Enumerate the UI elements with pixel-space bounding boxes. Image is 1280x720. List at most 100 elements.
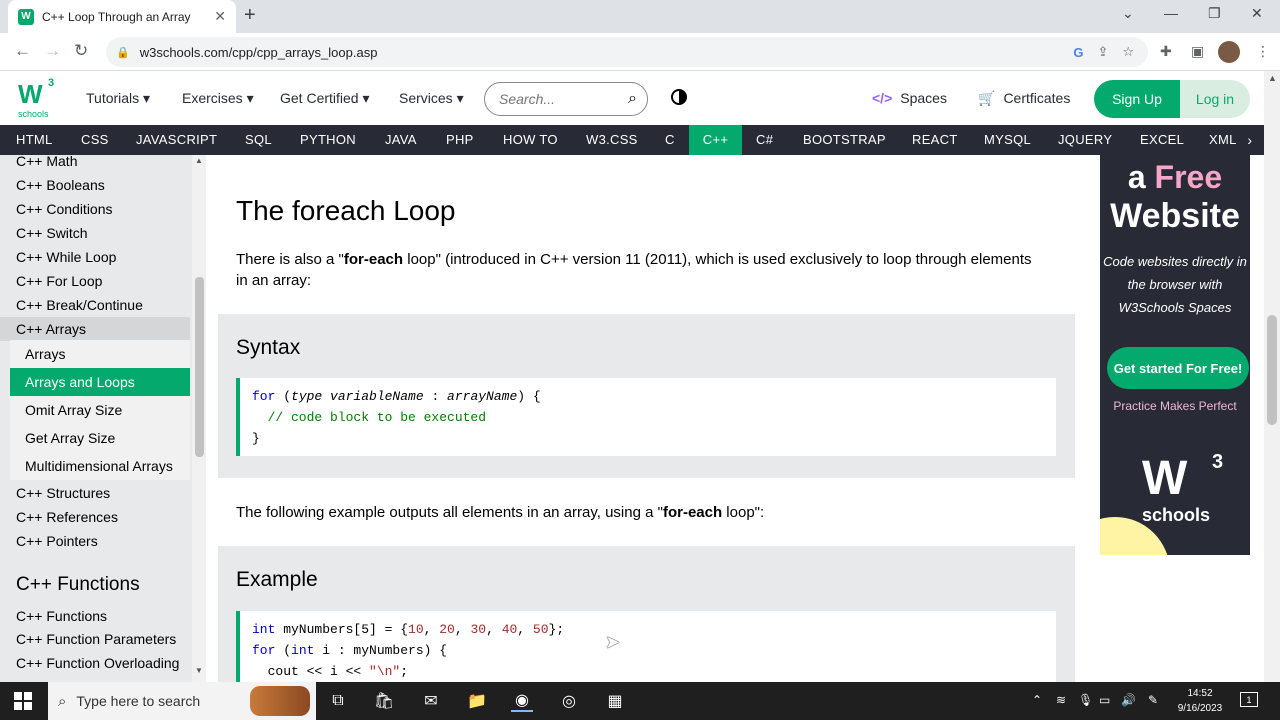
nav-java[interactable]: JAVA bbox=[385, 125, 417, 155]
extensions-puzzle-icon[interactable]: ✚ bbox=[1160, 43, 1172, 60]
browser-tab[interactable]: W C++ Loop Through an Array ✕ bbox=[8, 0, 236, 33]
scroll-up-icon[interactable]: ▲ bbox=[195, 156, 203, 165]
sidebar-item-function-overloading[interactable]: C++ Function Overloading bbox=[16, 655, 179, 671]
window-close-icon[interactable]: ✕ bbox=[1251, 5, 1263, 22]
sidebar-sub-arrays-and-loops[interactable]: Arrays and Loops bbox=[10, 368, 190, 396]
dark-mode-toggle-icon[interactable] bbox=[671, 89, 687, 105]
sidebar-item-for-loop[interactable]: C++ For Loop bbox=[16, 273, 102, 289]
scroll-down-icon[interactable]: ▼ bbox=[195, 666, 203, 675]
sidebar-item-arrays[interactable]: C++ Arrays bbox=[16, 321, 86, 337]
nav-javascript[interactable]: JAVASCRIPT bbox=[136, 125, 217, 155]
w3schools-logo[interactable]: W 3 schools bbox=[18, 77, 54, 119]
side-panel-icon[interactable]: ▣ bbox=[1191, 43, 1204, 60]
obs-icon[interactable]: ◎ bbox=[558, 690, 580, 712]
sidebar-item-conditions[interactable]: C++ Conditions bbox=[16, 201, 113, 217]
new-tab-icon[interactable]: + bbox=[244, 4, 256, 27]
sidebar-item-math[interactable]: C++ Math bbox=[16, 155, 77, 169]
nav-mysql[interactable]: MYSQL bbox=[984, 125, 1031, 155]
nav-sql[interactable]: SQL bbox=[245, 125, 272, 155]
battery-icon[interactable]: ▭ bbox=[1099, 693, 1110, 707]
sidebar-item-functions[interactable]: C++ Functions bbox=[16, 608, 107, 624]
sidebar-sub-multidimensional[interactable]: Multidimensional Arrays bbox=[10, 452, 190, 480]
sidebar-item-break-continue[interactable]: C++ Break/Continue bbox=[16, 297, 143, 313]
microphone-icon[interactable]: 🎙 bbox=[1078, 693, 1093, 707]
ad-description: Code websites directly in the browser wi… bbox=[1103, 254, 1247, 315]
nav-css[interactable]: CSS bbox=[81, 125, 109, 155]
windows-start-icon[interactable] bbox=[14, 692, 32, 710]
pen-icon[interactable]: ✎ bbox=[1148, 693, 1158, 707]
page-scroll-up-icon[interactable]: ▲ bbox=[1268, 73, 1277, 83]
sidebar-item-booleans[interactable]: C++ Booleans bbox=[16, 177, 105, 193]
close-tab-icon[interactable]: ✕ bbox=[214, 8, 226, 25]
sidebar-item-structures[interactable]: C++ Structures bbox=[16, 485, 110, 501]
ad-tagline: Practice Makes Perfect bbox=[1113, 399, 1237, 413]
minimize-icon[interactable]: — bbox=[1164, 5, 1178, 21]
nav-csharp[interactable]: C# bbox=[756, 125, 773, 155]
nav-cpp[interactable]: C++ bbox=[689, 125, 742, 155]
page-scroll-thumb[interactable] bbox=[1267, 315, 1277, 425]
page-scrollbar[interactable]: ▲ bbox=[1264, 71, 1280, 682]
sidebar-scroll-thumb[interactable] bbox=[195, 277, 204, 457]
browser-menu-icon[interactable]: ⋮ bbox=[1256, 43, 1270, 60]
menu-tutorials[interactable]: Tutorials ▾ bbox=[86, 90, 150, 107]
nav-xml[interactable]: XML bbox=[1209, 125, 1237, 155]
log-in-button[interactable]: Log in bbox=[1180, 80, 1250, 118]
cart-icon: 🛒 bbox=[978, 90, 996, 106]
store-icon[interactable]: 🛍 bbox=[373, 690, 395, 712]
mail-icon[interactable]: ✉ bbox=[420, 690, 442, 712]
nav-bootstrap[interactable]: BOOTSTRAP bbox=[803, 125, 886, 155]
nav-w3css[interactable]: W3.CSS bbox=[586, 125, 638, 155]
sidebar-item-pointers[interactable]: C++ Pointers bbox=[16, 533, 98, 549]
app-icon[interactable]: ▦ bbox=[604, 690, 626, 712]
nav-react[interactable]: REACT bbox=[912, 125, 958, 155]
menu-services[interactable]: Services ▾ bbox=[399, 90, 464, 107]
nav-excel[interactable]: EXCEL bbox=[1140, 125, 1184, 155]
maximize-icon[interactable]: ❐ bbox=[1208, 5, 1221, 22]
network-icon[interactable]: ≋ bbox=[1056, 693, 1066, 707]
search-icon[interactable]: ⌕ bbox=[628, 90, 637, 108]
sidebar-item-references[interactable]: C++ References bbox=[16, 509, 118, 525]
nav-php[interactable]: PHP bbox=[446, 125, 474, 155]
show-hidden-icons-icon[interactable]: ⌃ bbox=[1032, 693, 1042, 707]
nav-jquery[interactable]: JQUERY bbox=[1058, 125, 1112, 155]
back-arrow-icon[interactable]: ← bbox=[14, 41, 31, 61]
sign-up-button[interactable]: Sign Up bbox=[1094, 80, 1180, 118]
nav-html[interactable]: HTML bbox=[16, 125, 53, 155]
syntax-heading: Syntax bbox=[236, 336, 301, 359]
nav-c[interactable]: C bbox=[665, 125, 675, 155]
address-bar[interactable]: 🔒 w3schools.com/cpp/cpp_arrays_loop.asp … bbox=[106, 37, 1148, 67]
google-icon[interactable]: G bbox=[1073, 45, 1083, 60]
bookmark-star-icon[interactable]: ☆ bbox=[1122, 44, 1134, 60]
search-input[interactable] bbox=[499, 91, 609, 107]
menu-exercises[interactable]: Exercises ▾ bbox=[182, 90, 254, 107]
spaces-ad[interactable]: a Free Website Code websites directly in… bbox=[1100, 155, 1250, 555]
volume-icon[interactable]: 🔊 bbox=[1121, 693, 1136, 707]
menu-get-certified[interactable]: Get Certified ▾ bbox=[280, 90, 370, 107]
taskbar-search[interactable]: ⌕ Type here to search bbox=[48, 682, 316, 720]
certificates-link[interactable]: 🛒 Certficates bbox=[978, 90, 1070, 107]
url-text: w3schools.com/cpp/cpp_arrays_loop.asp bbox=[139, 44, 378, 60]
profile-avatar[interactable] bbox=[1218, 41, 1240, 63]
nav-scroll-right-icon[interactable]: › bbox=[1247, 125, 1252, 155]
nav-python[interactable]: PYTHON bbox=[300, 125, 356, 155]
sidebar-item-switch[interactable]: C++ Switch bbox=[16, 225, 88, 241]
forward-arrow-icon[interactable]: → bbox=[44, 41, 61, 61]
reload-icon[interactable]: ↻ bbox=[74, 41, 88, 61]
sidebar-item-function-parameters[interactable]: C++ Function Parameters bbox=[16, 631, 176, 647]
taskbar-clock[interactable]: 14:52 9/16/2023 bbox=[1170, 686, 1230, 716]
task-view-icon[interactable]: ⧉ bbox=[327, 690, 349, 712]
tab-search-chevron-icon[interactable]: ⌄ bbox=[1122, 5, 1134, 22]
file-explorer-icon[interactable]: 📁 bbox=[466, 690, 488, 712]
sidebar-sub-arrays[interactable]: Arrays bbox=[10, 340, 190, 368]
sidebar-scrollbar[interactable]: ▲ ▼ bbox=[192, 155, 206, 682]
nav-howto[interactable]: HOW TO bbox=[503, 125, 558, 155]
share-icon[interactable]: ⇪ bbox=[1097, 44, 1108, 60]
get-started-button[interactable]: Get started For Free! bbox=[1107, 347, 1249, 389]
chrome-icon[interactable]: ◉ bbox=[511, 690, 533, 712]
sidebar-sub-omit-array-size[interactable]: Omit Array Size bbox=[10, 396, 190, 424]
browser-tab-strip: W C++ Loop Through an Array ✕ + ⌄ — ❐ ✕ bbox=[0, 0, 1280, 33]
spaces-link[interactable]: </> Spaces bbox=[872, 90, 947, 106]
sidebar-sub-get-array-size[interactable]: Get Array Size bbox=[10, 424, 190, 452]
notification-icon[interactable]: 1 bbox=[1240, 692, 1258, 707]
sidebar-item-while-loop[interactable]: C++ While Loop bbox=[16, 249, 116, 265]
